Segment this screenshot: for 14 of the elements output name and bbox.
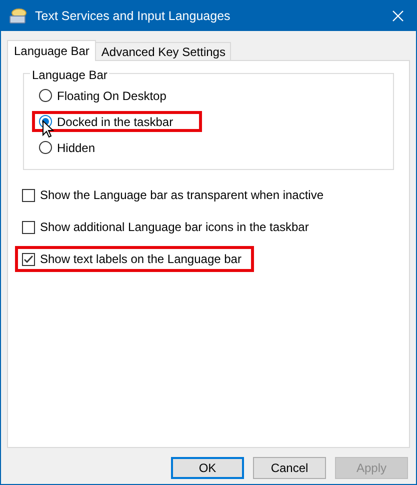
radio-option[interactable]: Floating On Desktop xyxy=(32,85,196,106)
checkbox-option[interactable]: Show text labels on the Language bar xyxy=(15,246,254,272)
keyboard-icon xyxy=(9,8,27,24)
dialog-button[interactable]: Cancel xyxy=(253,457,326,479)
window-title: Text Services and Input Languages xyxy=(35,8,230,25)
checkbox-option[interactable]: Show additional Language bar icons in the taskbar xyxy=(15,214,322,240)
checkbox-option[interactable]: Show the Language bar as transparent when inactive xyxy=(15,182,337,208)
checkmark-icon xyxy=(23,254,34,264)
cursor-icon xyxy=(42,120,54,138)
radio-option[interactable]: Hidden xyxy=(32,137,124,158)
dialog-button[interactable]: OK xyxy=(171,457,244,479)
tab[interactable]: Language Bar xyxy=(7,40,96,61)
close-icon[interactable] xyxy=(392,10,404,22)
tab[interactable]: Advanced Key Settings xyxy=(96,42,232,60)
